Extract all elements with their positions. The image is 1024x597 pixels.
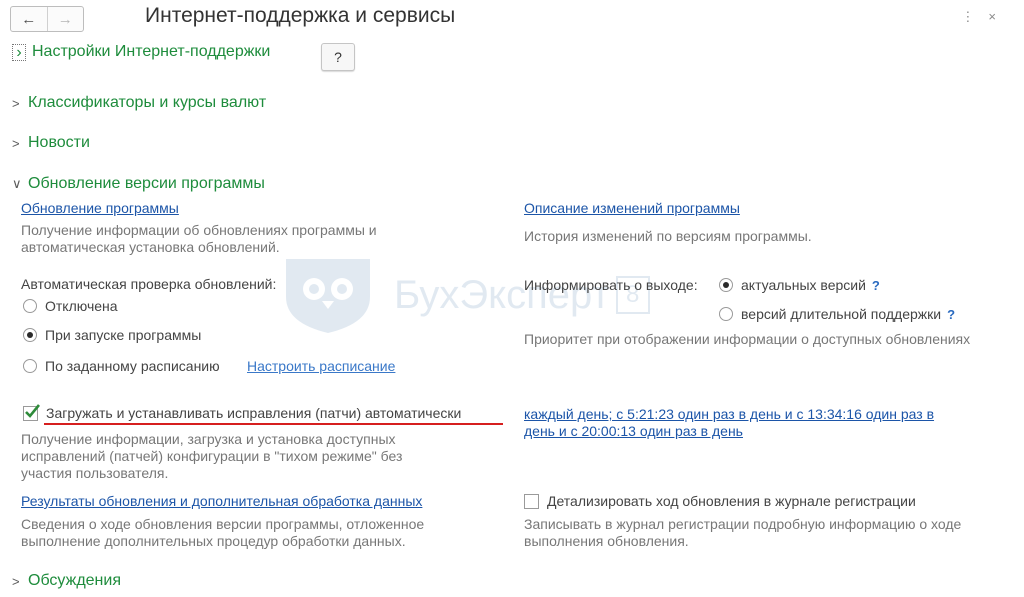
arrow-right-icon: → xyxy=(57,10,73,28)
chevron-right-icon: > xyxy=(12,573,20,589)
results-link[interactable]: Результаты обновления и дополнительная о… xyxy=(21,493,422,509)
watermark: БухЭксперт 8 xyxy=(282,255,650,335)
checkmark-icon xyxy=(25,403,41,418)
section-news[interactable]: > Новости xyxy=(12,134,90,152)
section-classifiers[interactable]: > Классификаторы и курсы валют xyxy=(12,94,266,112)
section-settings-label: Настройки Интернет-поддержки xyxy=(32,43,271,60)
auto-check-label: Автоматическая проверка обновлений: xyxy=(21,276,277,292)
radio-inform-lts-label: версий длительной поддержки xyxy=(741,306,942,322)
arrow-left-icon: ← xyxy=(21,10,37,28)
section-update[interactable]: ∨ Обновление версии программы xyxy=(12,175,265,193)
detail-checkbox-row[interactable]: Детализировать ход обновления в журнале … xyxy=(524,493,916,509)
radio-off[interactable]: Отключена xyxy=(23,298,118,314)
help-question-icon[interactable]: ? xyxy=(872,278,880,293)
nav-buttons: ← → xyxy=(10,6,84,32)
radio-inform-actual[interactable]: актуальных версий ? xyxy=(719,277,880,293)
radio-startup-label: При запуске программы xyxy=(45,327,202,343)
patches-checkbox[interactable] xyxy=(23,403,41,421)
inform-label: Информировать о выходе: xyxy=(524,277,698,293)
red-underline xyxy=(44,423,503,425)
window-controls: ⋮× xyxy=(961,9,1010,25)
radio-inform-actual-label: актуальных версий xyxy=(741,277,866,293)
radio-inform-lts-circle[interactable] xyxy=(719,307,733,321)
program-update-link[interactable]: Обновление программы xyxy=(21,200,179,216)
priority-desc: Приоритет при отображении информации о д… xyxy=(524,331,971,347)
detail-label: Детализировать ход обновления в журнале … xyxy=(547,493,916,509)
close-icon[interactable]: × xyxy=(988,9,1010,24)
radio-off-label: Отключена xyxy=(45,298,118,314)
section-settings[interactable]: › Настройки Интернет-поддержки xyxy=(12,43,270,61)
radio-startup[interactable]: При запуске программы xyxy=(23,327,201,343)
patches-checkbox-row[interactable]: Загружать и устанавливать исправления (п… xyxy=(23,403,462,421)
section-discussions[interactable]: > Обсуждения xyxy=(12,572,121,590)
radio-schedule[interactable]: По заданному расписанию xyxy=(23,358,220,374)
section-discussions-label: Обсуждения xyxy=(28,572,121,589)
chevron-right-icon: > xyxy=(12,95,20,111)
radio-off-circle[interactable] xyxy=(23,299,37,313)
help-question-icon[interactable]: ? xyxy=(947,307,955,322)
program-update-desc: Получение информации об обновлениях прог… xyxy=(21,222,377,255)
radio-schedule-circle[interactable] xyxy=(23,359,37,373)
section-classifiers-label: Классификаторы и курсы валют xyxy=(28,94,267,111)
results-desc: Сведения о ходе обновления версии програ… xyxy=(21,516,425,549)
back-button[interactable]: ← xyxy=(11,7,47,31)
patches-desc: Получение информации, загрузка и установ… xyxy=(21,431,403,481)
schedule-link[interactable]: Настроить расписание xyxy=(247,358,395,374)
patches-schedule-link[interactable]: каждый день; с 5:21:23 один раз в день и… xyxy=(524,406,944,440)
changes-desc: История изменений по версиям программы. xyxy=(524,228,812,244)
page-title: Интернет-поддержка и сервисы xyxy=(145,4,456,27)
chevron-right-icon: > xyxy=(12,135,20,151)
section-news-label: Новости xyxy=(28,134,90,151)
patches-label: Загружать и устанавливать исправления (п… xyxy=(46,405,462,421)
forward-button[interactable]: → xyxy=(46,7,84,31)
radio-inform-lts[interactable]: версий длительной поддержки ? xyxy=(719,306,955,322)
owl-shield-logo xyxy=(286,259,370,333)
more-icon[interactable]: ⋮ xyxy=(961,9,988,24)
detail-checkbox[interactable] xyxy=(524,493,539,509)
radio-startup-circle[interactable] xyxy=(23,328,37,342)
help-button[interactable]: ? xyxy=(321,43,355,71)
chevron-right-icon: › xyxy=(12,43,26,61)
section-update-label: Обновление версии программы xyxy=(28,175,265,192)
detail-desc: Записывать в журнал регистрации подробну… xyxy=(524,516,962,549)
chevron-down-icon: ∨ xyxy=(12,176,22,191)
changes-link[interactable]: Описание изменений программы xyxy=(524,200,740,216)
radio-inform-actual-circle[interactable] xyxy=(719,278,733,292)
radio-schedule-label: По заданному расписанию xyxy=(45,358,220,374)
